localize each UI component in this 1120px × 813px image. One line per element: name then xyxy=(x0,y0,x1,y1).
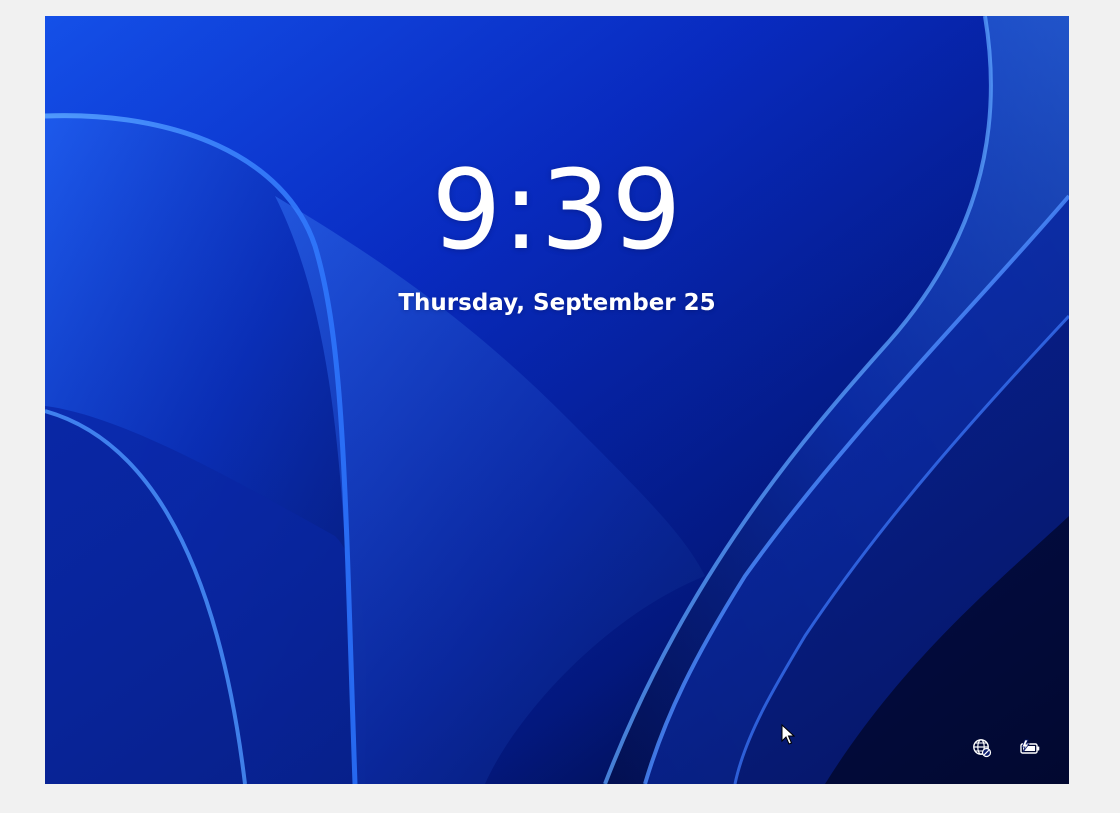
battery-button[interactable] xyxy=(1017,736,1043,760)
network-globe-icon xyxy=(973,739,992,758)
lock-screen-date: Thursday, September 25 xyxy=(398,290,716,316)
wallpaper-bloom-image xyxy=(45,16,1069,784)
lock-screen-clock: 9:39 xyxy=(431,146,683,274)
network-button[interactable] xyxy=(969,736,995,760)
mouse-cursor-icon xyxy=(781,724,795,745)
battery-charging-icon xyxy=(1020,739,1040,754)
lock-screen[interactable]: 9:39 Thursday, September 25 xyxy=(45,16,1069,784)
